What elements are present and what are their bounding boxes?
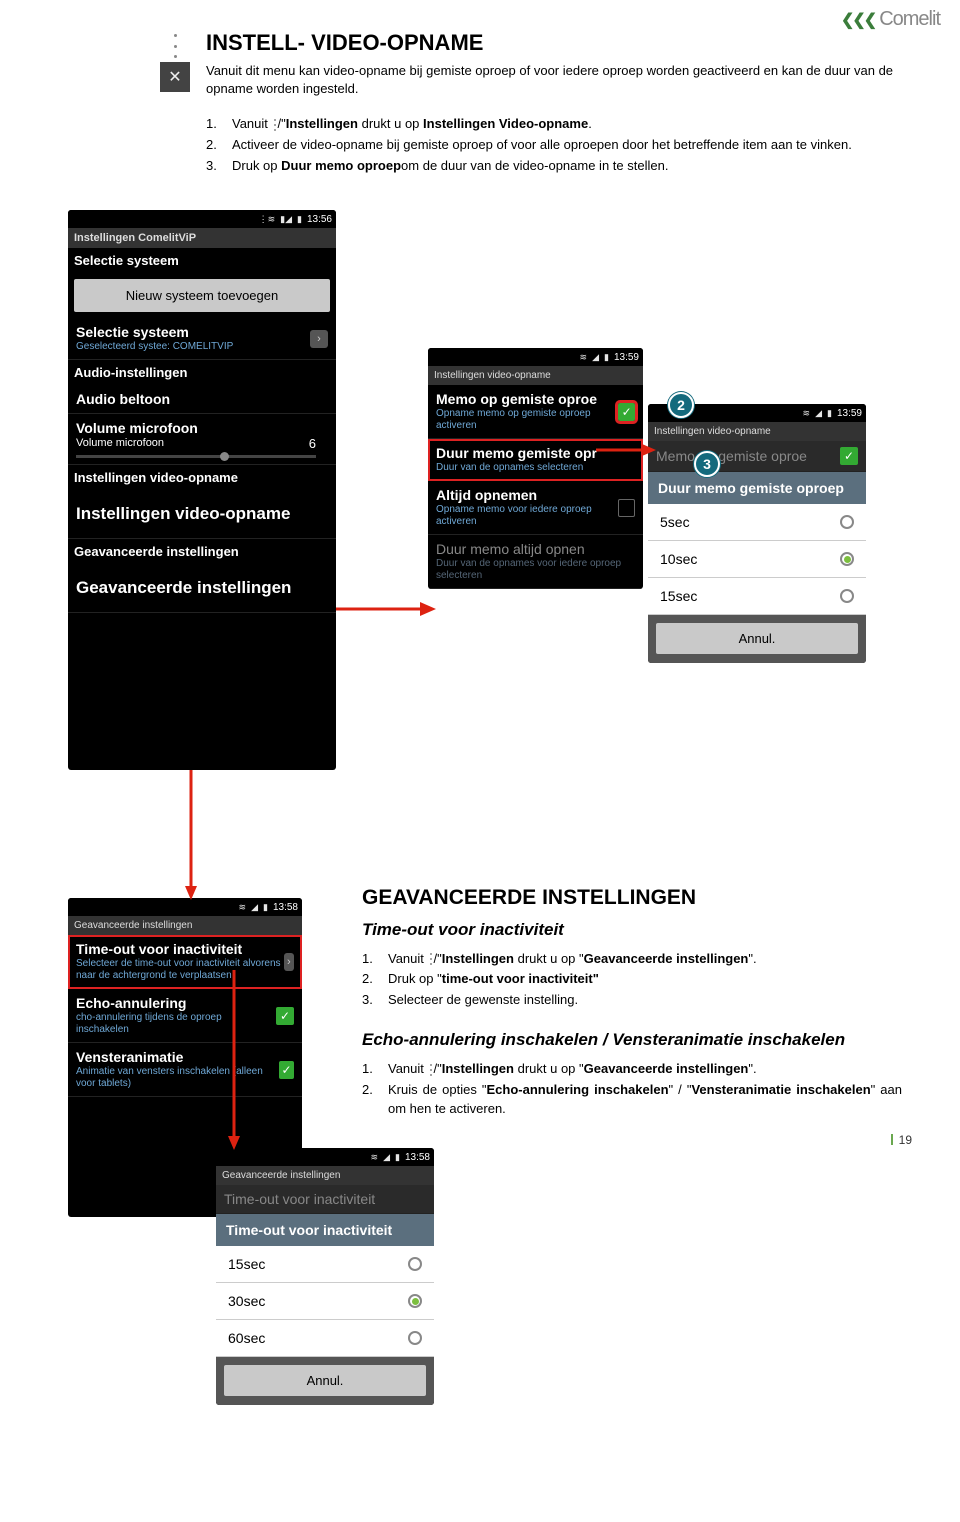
checkbox-icon[interactable]: ✓: [279, 1061, 294, 1079]
phone-main: ⋮≋ ▮◢ ▮ 13:56 Instellingen ComelitViP Se…: [68, 210, 336, 770]
new-system-button[interactable]: Nieuw systeem toevoegen: [74, 279, 330, 312]
row-animatie[interactable]: VensteranimatieAnimatie van vensters ins…: [68, 1043, 302, 1097]
row-timeout[interactable]: Time-out voor inactiviteitSelecteer de t…: [68, 935, 302, 989]
dots-icon: [274, 119, 276, 131]
side-icons: ✕: [160, 34, 190, 92]
brand-logo: ❮❮❮ Comelit: [841, 8, 940, 31]
row-altijd[interactable]: Altijd opnemenOpname memo voor iedere op…: [428, 481, 643, 535]
subheading-timeout: Time-out voor inactiviteit: [362, 920, 902, 940]
checkbox-icon[interactable]: ✓: [276, 1007, 294, 1025]
radio-icon: [840, 589, 854, 603]
row-beltoon[interactable]: Audio beltoon: [68, 385, 336, 414]
row-echo[interactable]: Echo-annuleringcho-annulering tijdens de…: [68, 989, 302, 1043]
cancel-button[interactable]: Annul.: [224, 1365, 426, 1396]
phone-video-opname: ≋◢▮13:59 Instellingen video-opname Memo …: [428, 348, 643, 589]
callout-2: 2: [668, 392, 694, 418]
clock: 13:56: [307, 214, 332, 225]
row-video-opname[interactable]: Instellingen video-opname: [68, 490, 336, 539]
steps-list-3: 1.Vanuit /"Instellingen drukt u op "Geav…: [362, 1060, 902, 1119]
row-volume[interactable]: Volume microfoon Volume microfoon6: [68, 414, 336, 465]
subheading-echo: Echo-annulering inschakelen / Vensterani…: [362, 1030, 902, 1050]
radio-15sec[interactable]: 15sec: [216, 1246, 434, 1283]
wifi-icon: ⋮≋: [259, 214, 276, 225]
status-bar: ⋮≋ ▮◢ ▮ 13:56: [68, 210, 336, 228]
signal-icon: ▮◢: [280, 214, 292, 225]
group-selectie: Selectie systeem: [68, 248, 336, 273]
chevron-right-icon: ›: [310, 330, 328, 348]
row-duur-altijd[interactable]: Duur memo altijd opnenDuur van de opname…: [428, 535, 643, 589]
phone-duur-dialog: ≋◢▮13:59 Instellingen video-opname Memo …: [648, 404, 866, 663]
radio-5sec[interactable]: 5sec: [648, 504, 866, 541]
heading-2: GEAVANCEERDE INSTELLINGEN: [362, 886, 902, 910]
radio-icon: [840, 515, 854, 529]
more-dots-icon: [169, 34, 181, 58]
row-duur-gemiste[interactable]: Duur memo gemiste oprDuur van de opnames…: [428, 439, 643, 481]
checkbox-empty-icon[interactable]: [618, 499, 635, 517]
intro-text: Vanuit dit menu kan video-opname bij gem…: [206, 62, 902, 97]
heading-1: INSTELL- VIDEO-OPNAME: [206, 30, 902, 56]
dialog-header: Time-out voor inactiviteit: [216, 1214, 434, 1246]
titlebar: Instellingen ComelitViP: [68, 228, 336, 248]
row-advanced[interactable]: Geavanceerde instellingen: [68, 564, 336, 613]
logo-text: Comelit: [879, 8, 940, 31]
row-selectie[interactable]: Selectie systeemGeselecteerd systee: COM…: [68, 318, 336, 360]
row-memo-gemiste[interactable]: Memo op gemiste oproeOpname memo op gemi…: [428, 385, 643, 439]
checkbox-icon[interactable]: ✓: [618, 403, 635, 421]
volume-slider[interactable]: [76, 455, 316, 458]
group-advanced: Geavanceerde instellingen: [68, 539, 336, 564]
section-geavanceerd: GEAVANCEERDE INSTELLINGEN Time-out voor …: [362, 886, 902, 1119]
radio-30sec[interactable]: 30sec: [216, 1283, 434, 1320]
group-audio: Audio-instellingen: [68, 360, 336, 385]
radio-10sec[interactable]: 10sec: [648, 541, 866, 578]
radio-60sec[interactable]: 60sec: [216, 1320, 434, 1357]
radio-15sec[interactable]: 15sec: [648, 578, 866, 615]
cancel-button[interactable]: Annul.: [656, 623, 858, 654]
steps-list-2: 1.Vanuit /"Instellingen drukt u op "Geav…: [362, 950, 902, 1011]
radio-icon: [840, 552, 854, 566]
phone-timeout-dialog: ≋◢▮13:58 Geavanceerde instellingen Time-…: [216, 1148, 434, 1405]
steps-list-1: 1.Vanuit /"Instellingen drukt u op Inste…: [206, 115, 902, 176]
chevron-right-icon: ›: [284, 953, 294, 971]
dialog-header: Duur memo gemiste oproep: [648, 472, 866, 504]
tools-icon: ✕: [160, 62, 190, 92]
checkbox-icon: ✓: [840, 447, 858, 465]
battery-icon: ▮: [297, 214, 302, 225]
callout-3: 3: [694, 451, 720, 477]
section-video-opname: INSTELL- VIDEO-OPNAME Vanuit dit menu ka…: [206, 30, 902, 176]
logo-mark-icon: ❮❮❮: [841, 10, 875, 30]
group-video: Instellingen video-opname: [68, 465, 336, 490]
page-number: 19: [891, 1133, 912, 1147]
